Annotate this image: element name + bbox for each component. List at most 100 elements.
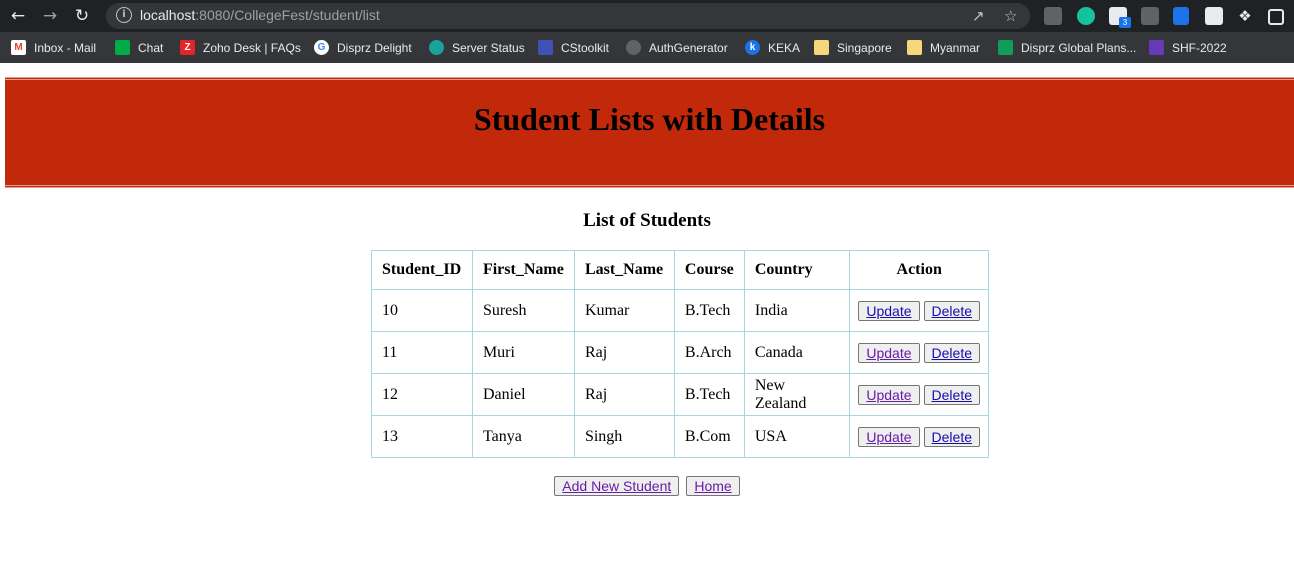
zoho-icon: Z xyxy=(180,40,195,55)
cell-first-name: Muri xyxy=(471,331,575,374)
cell-course: B.Tech xyxy=(673,373,745,416)
bookmark-shf-2022[interactable]: SHF-2022 xyxy=(1149,32,1227,63)
qr-code-icon[interactable] xyxy=(1205,7,1223,25)
table-row: 11 Muri Raj B.Arch Canada Update Delete xyxy=(371,331,989,374)
update-button[interactable]: Update xyxy=(858,384,920,405)
bookmark-disprz-delight[interactable]: G Disprz Delight xyxy=(314,32,412,63)
side-panel-icon[interactable] xyxy=(1268,9,1284,25)
bookmark-singapore[interactable]: Singapore xyxy=(814,32,892,63)
folder-icon xyxy=(814,40,829,55)
url-host: localhost xyxy=(140,7,196,23)
cell-first-name: Tanya xyxy=(471,415,575,458)
column-header-country: Country xyxy=(743,250,851,290)
delete-button[interactable]: Delete xyxy=(923,426,980,447)
bookmark-cstoolkit[interactable]: CStoolkit xyxy=(538,32,609,63)
keka-icon: k xyxy=(745,40,760,55)
cell-student-id: 13 xyxy=(371,415,473,458)
column-header-student-id: Student_ID xyxy=(371,250,473,290)
update-button[interactable]: Update xyxy=(858,342,920,363)
cell-first-name: Daniel xyxy=(471,373,575,416)
list-title: List of Students xyxy=(583,210,711,231)
bookmark-server-status[interactable]: Server Status xyxy=(429,32,525,63)
bookmark-label: CStoolkit xyxy=(561,40,610,55)
delete-button[interactable]: Delete xyxy=(923,342,980,363)
students-table: Student_ID First_Name Last_Name Course C… xyxy=(371,250,989,458)
toolkit-icon xyxy=(538,40,553,55)
bookmark-label: KEKA xyxy=(768,40,801,55)
bookmark-keka[interactable]: k KEKA xyxy=(745,32,800,63)
folder-icon xyxy=(907,40,922,55)
table-row: 12 Daniel Raj B.Tech New Zealand Update … xyxy=(371,373,989,416)
update-button[interactable]: Update xyxy=(858,300,920,321)
column-header-course: Course xyxy=(673,250,745,290)
back-arrow-icon[interactable]: ← xyxy=(8,6,28,26)
cell-last-name: Singh xyxy=(573,415,675,458)
cell-action: Update Delete xyxy=(849,331,989,374)
cell-student-id: 11 xyxy=(371,331,473,374)
cell-action: Update Delete xyxy=(849,373,989,416)
cell-course: B.Arch xyxy=(673,331,745,374)
extensions-puzzle-icon[interactable]: ❖ xyxy=(1235,6,1255,26)
cell-action: Update Delete xyxy=(849,415,989,458)
home-button[interactable]: Home xyxy=(686,476,740,496)
add-new-student-button[interactable]: Add New Student xyxy=(554,476,680,496)
bookmark-authgenerator[interactable]: AuthGenerator xyxy=(626,32,728,63)
cell-country: Canada xyxy=(743,331,851,374)
address-url[interactable]: localhost:8080/CollegeFest/student/list xyxy=(140,7,380,23)
bookmarks-bar: M Inbox - Mail Chat Z Zoho Desk | FAQs G Di… xyxy=(0,32,1294,63)
grammarly-icon[interactable] xyxy=(1077,7,1095,25)
column-header-first-name: First_Name xyxy=(471,250,575,290)
address-bar[interactable]: i localhost:8080/CollegeFest/student/lis… xyxy=(106,3,1030,29)
globe-icon xyxy=(626,40,641,55)
bookmark-label: Zoho Desk | FAQs xyxy=(203,40,301,55)
bookmark-label: AuthGenerator xyxy=(649,40,728,55)
bookmark-label: Singapore xyxy=(837,40,892,55)
column-header-last-name: Last_Name xyxy=(573,250,675,290)
bookmark-inbox-mail[interactable]: M Inbox - Mail xyxy=(11,32,96,63)
forward-arrow-icon[interactable]: → xyxy=(40,6,60,26)
extension-badge: 3 xyxy=(1119,17,1131,28)
site-info-icon[interactable]: i xyxy=(116,7,132,23)
bookmark-zoho-desk[interactable]: Z Zoho Desk | FAQs xyxy=(180,32,301,63)
browser-toolbar: ← → ↻ i localhost:8080/CollegeFest/stude… xyxy=(0,0,1294,32)
cell-action: Update Delete xyxy=(849,289,989,332)
extension-blue-icon[interactable] xyxy=(1173,7,1189,25)
star-bookmark-icon[interactable]: ☆ xyxy=(1004,7,1017,25)
bottom-actions: Add New Student Home xyxy=(0,476,1294,496)
extension-printer-icon[interactable] xyxy=(1044,7,1062,25)
delete-button[interactable]: Delete xyxy=(923,300,980,321)
cell-student-id: 12 xyxy=(371,373,473,416)
table-row: 13 Tanya Singh B.Com USA Update Delete xyxy=(371,415,989,458)
bookmark-label: SHF-2022 xyxy=(1172,40,1227,55)
gmail-icon: M xyxy=(11,40,26,55)
cell-first-name: Suresh xyxy=(471,289,575,332)
sheets-icon xyxy=(998,40,1013,55)
bookmark-label: Myanmar xyxy=(930,40,981,55)
bookmark-chat[interactable]: Chat xyxy=(115,32,163,63)
bookmark-label: Disprz Delight xyxy=(337,40,412,55)
bookmark-disprz-global-plans[interactable]: Disprz Global Plans... xyxy=(998,32,1136,63)
cell-country: USA xyxy=(743,415,851,458)
cell-country: New Zealand xyxy=(743,373,851,416)
forms-icon xyxy=(1149,40,1164,55)
bookmark-myanmar[interactable]: Myanmar xyxy=(907,32,980,63)
table-row: 10 Suresh Kumar B.Tech India Update Dele… xyxy=(371,289,989,332)
delete-button[interactable]: Delete xyxy=(923,384,980,405)
server-icon xyxy=(429,40,444,55)
page-header-banner: Student Lists with Details xyxy=(5,77,1294,188)
table-header-row: Student_ID First_Name Last_Name Course C… xyxy=(371,250,989,290)
share-icon[interactable]: ↗ xyxy=(972,7,985,25)
page-title: Student Lists with Details xyxy=(473,101,826,137)
cell-student-id: 10 xyxy=(371,289,473,332)
cell-country: India xyxy=(743,289,851,332)
cell-last-name: Raj xyxy=(573,373,675,416)
react-devtools-icon[interactable] xyxy=(1141,7,1159,25)
google-icon: G xyxy=(314,40,329,55)
cell-course: B.Tech xyxy=(673,289,745,332)
update-button[interactable]: Update xyxy=(858,426,920,447)
bookmark-label: Server Status xyxy=(452,40,525,55)
cell-course: B.Com xyxy=(673,415,745,458)
bookmark-label: Disprz Global Plans... xyxy=(1021,40,1137,55)
column-header-action: Action xyxy=(849,250,989,290)
reload-icon[interactable]: ↻ xyxy=(72,6,92,26)
